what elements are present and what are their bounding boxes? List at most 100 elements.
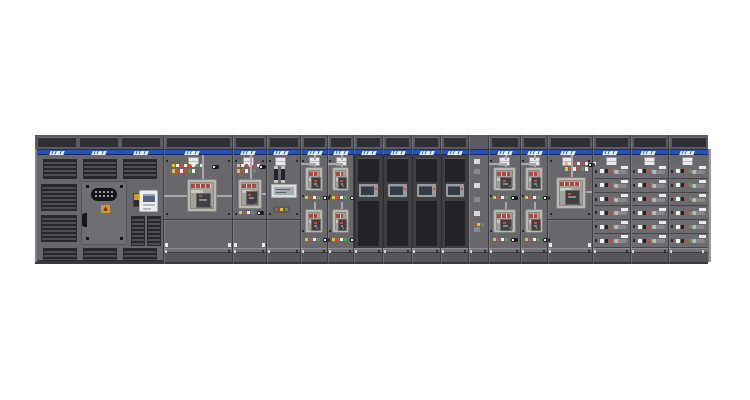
acb-breaker-unit[interactable]	[556, 177, 586, 209]
acb-breaker-unit[interactable]	[525, 209, 543, 233]
indicator-lamp	[192, 164, 195, 167]
drawer-handle[interactable]	[652, 239, 665, 243]
acb-breaker-unit[interactable]	[187, 179, 217, 212]
control-switch[interactable]	[259, 165, 266, 169]
brand-wordmark-icon	[497, 151, 512, 155]
roof-vent	[331, 137, 351, 147]
mcc-drawer[interactable]	[670, 234, 708, 248]
hinge-dot	[228, 213, 230, 215]
drawer-handle[interactable]	[614, 239, 627, 243]
control-switch[interactable]	[511, 196, 518, 200]
drawer-handle[interactable]	[614, 198, 627, 202]
mcc-drawer[interactable]	[594, 220, 630, 234]
indicator-lamp	[344, 238, 347, 241]
acb-breaker-unit[interactable]	[493, 209, 516, 233]
power-meter[interactable]	[139, 190, 158, 212]
louver-vent-panel	[123, 159, 157, 179]
hmi-display[interactable]	[388, 184, 407, 197]
mimic-line	[505, 155, 507, 160]
drawer-handle[interactable]	[692, 170, 705, 174]
mcc-drawer[interactable]	[632, 193, 668, 207]
mcc-drawer[interactable]	[670, 179, 708, 193]
transformer-door[interactable]: ▲	[81, 181, 127, 245]
hmi-display[interactable]	[417, 184, 436, 197]
door-handle[interactable]	[82, 213, 87, 227]
indicator-lamp	[529, 238, 532, 241]
acb-screw	[494, 213, 511, 215]
switch-dot	[544, 239, 546, 241]
mcc-drawer[interactable]	[594, 234, 630, 248]
mcc-drawer[interactable]	[632, 165, 668, 179]
acb-breaker-unit[interactable]	[238, 179, 262, 209]
drawer-notch	[633, 198, 635, 201]
mcc-drawer[interactable]	[594, 179, 630, 193]
control-switch[interactable]	[511, 238, 518, 242]
drawer-switch	[643, 169, 646, 173]
display-line	[276, 189, 290, 190]
drawer-handle[interactable]	[692, 198, 705, 202]
drawer-label	[659, 166, 666, 169]
mcc-drawer[interactable]	[632, 234, 668, 248]
cable-connector	[91, 188, 117, 201]
mcc-drawer[interactable]	[594, 193, 630, 207]
indicator-lamp	[188, 169, 191, 173]
drawer-handle[interactable]	[614, 225, 627, 229]
mcc-drawer[interactable]	[594, 165, 630, 179]
mcc-drawer[interactable]	[670, 220, 708, 234]
indicator-lamp	[647, 169, 650, 173]
drawer-handle[interactable]	[652, 170, 665, 174]
acb-screw	[557, 181, 582, 183]
drawer-handle[interactable]	[614, 211, 627, 215]
door-seam-highlight	[267, 220, 301, 221]
mimic-line	[505, 202, 507, 209]
acb-screw	[579, 203, 581, 205]
control-switch[interactable]	[212, 165, 219, 169]
mcc-drawer[interactable]	[632, 179, 668, 193]
indicator-lamp	[505, 196, 508, 199]
acb-breaker-unit[interactable]	[332, 209, 349, 233]
mcc-drawer[interactable]	[594, 207, 630, 221]
hmi-display[interactable]	[446, 184, 464, 197]
mcc-drawer[interactable]	[632, 207, 668, 221]
drawer-handle[interactable]	[692, 225, 705, 229]
acb-breaker-unit[interactable]	[305, 209, 323, 233]
acb-flag	[314, 180, 317, 182]
acb-breaker-unit[interactable]	[332, 167, 349, 191]
drawer-handle[interactable]	[652, 184, 665, 188]
mimic-line	[164, 195, 187, 197]
acb-flag	[568, 193, 571, 195]
acb-breaker-unit[interactable]	[305, 167, 323, 191]
drawer-handle[interactable]	[692, 211, 705, 215]
indicator-lamp	[638, 183, 642, 187]
acb-breaker-unit[interactable]	[493, 167, 516, 191]
drawer-handle[interactable]	[614, 184, 627, 188]
drawer-switch	[605, 225, 608, 229]
indicator-lamp	[600, 183, 604, 187]
hinge-dot	[296, 213, 298, 215]
fuse-holder[interactable]	[281, 166, 285, 183]
hinge-dot	[522, 160, 524, 162]
drawer-handle[interactable]	[652, 225, 665, 229]
drawer-handle[interactable]	[652, 198, 665, 202]
mcc-drawer[interactable]	[670, 165, 708, 179]
hmi-display[interactable]	[359, 184, 378, 197]
mimic-line	[217, 195, 233, 197]
status-led	[433, 188, 435, 190]
indicator-lamp	[585, 167, 588, 171]
drawer-handle[interactable]	[614, 170, 627, 174]
hinge-dot	[550, 213, 552, 215]
brand-wordmark-icon	[679, 151, 694, 155]
acb-breaker-unit[interactable]	[525, 167, 543, 191]
drawer-handle[interactable]	[652, 211, 665, 215]
metering-display[interactable]	[271, 184, 297, 198]
mcc-drawer[interactable]	[670, 207, 708, 221]
mcc-drawer[interactable]	[670, 193, 708, 207]
acb-screw	[509, 185, 511, 187]
indicator-lamp	[685, 211, 688, 215]
mcc-drawer[interactable]	[632, 220, 668, 234]
fuse-holder[interactable]	[274, 166, 278, 183]
acb-screw	[306, 171, 323, 173]
drawer-handle[interactable]	[692, 239, 705, 243]
drawer-switch	[643, 225, 646, 229]
drawer-handle[interactable]	[692, 184, 705, 188]
